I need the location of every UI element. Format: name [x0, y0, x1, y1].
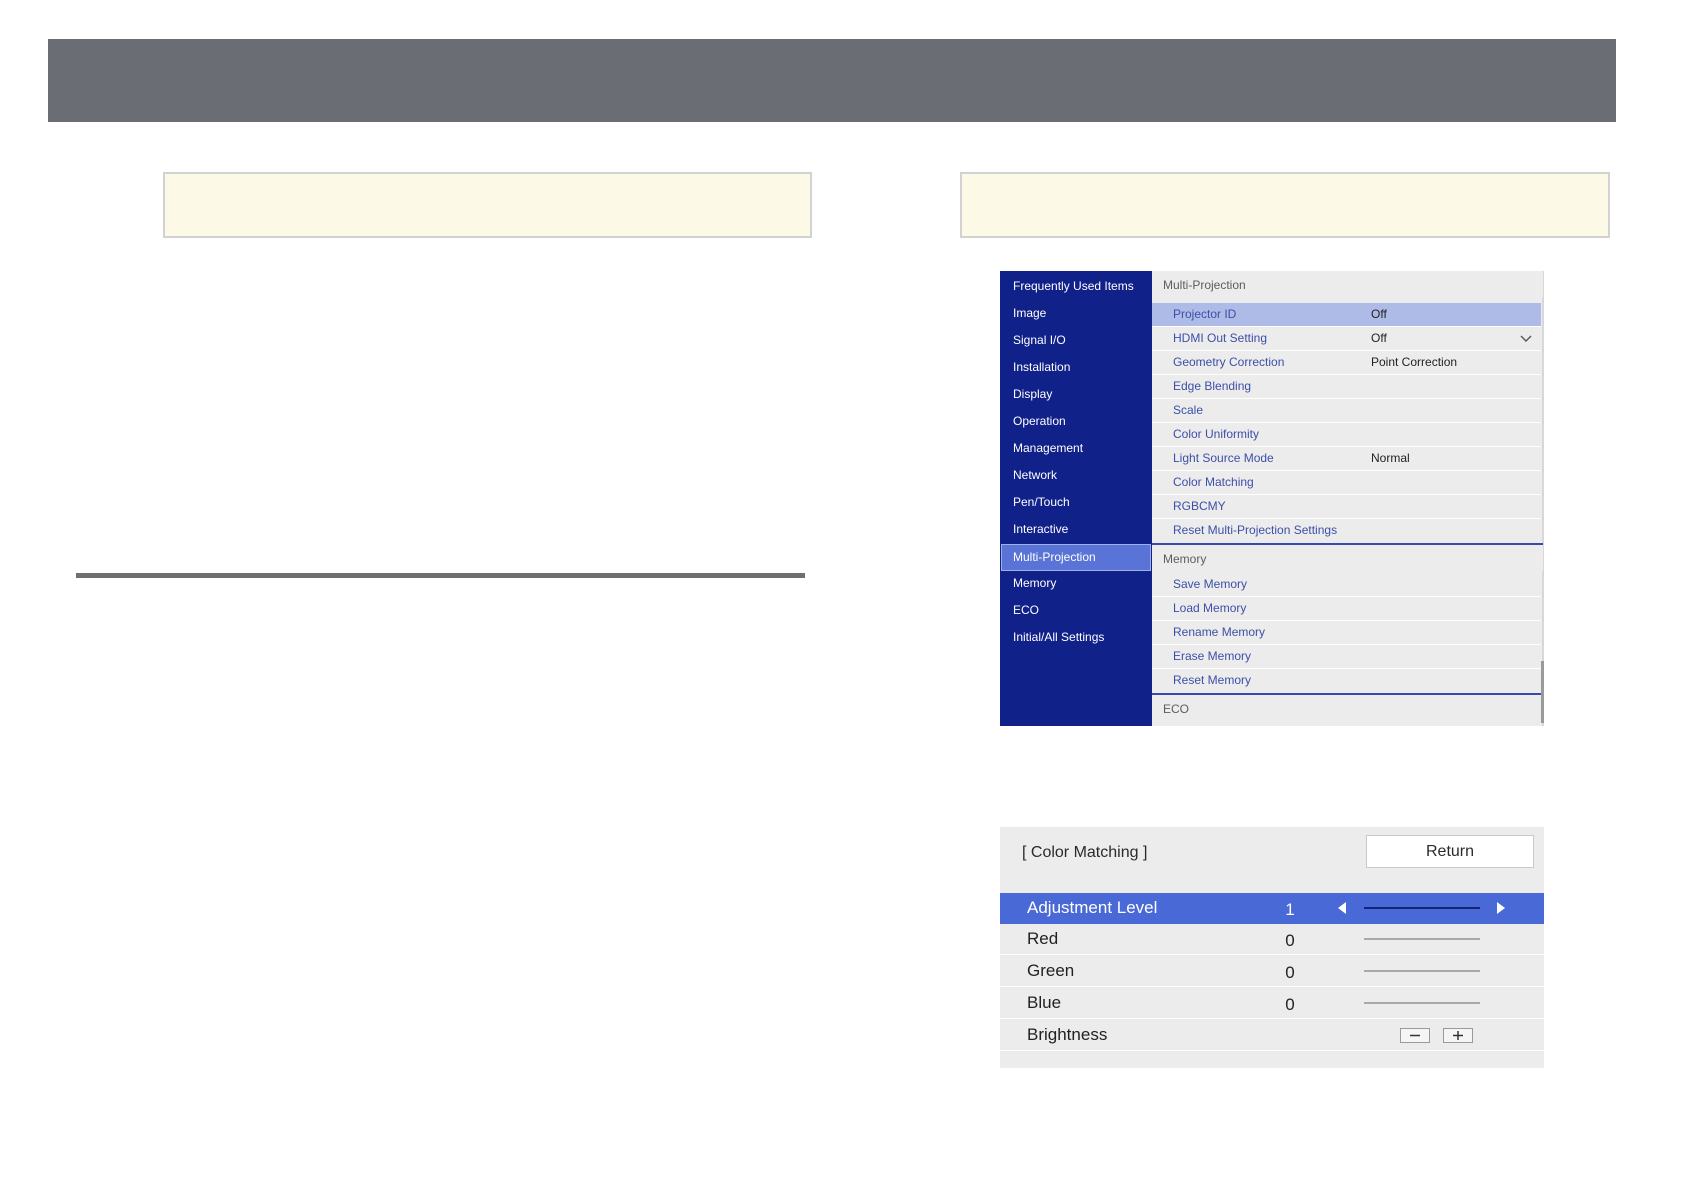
menu-item-eco[interactable]: ECO: [1000, 598, 1152, 623]
setting-label: Color Matching: [1173, 475, 1254, 489]
setting-row-hdmi-out[interactable]: HDMI Out Setting Off: [1152, 327, 1541, 351]
blue-slider[interactable]: [1364, 1002, 1480, 1004]
triangle-right-icon[interactable]: [1495, 900, 1507, 916]
setting-label: Rename Memory: [1173, 625, 1266, 639]
note-box-right: [960, 172, 1610, 238]
setting-label: Reset Multi-Projection Settings: [1173, 523, 1338, 537]
menu-item-management[interactable]: Management: [1000, 436, 1152, 461]
setting-row-color-matching[interactable]: Color Matching: [1152, 471, 1541, 495]
plus-icon[interactable]: [1443, 1028, 1473, 1043]
row-label: Blue: [1027, 993, 1062, 1012]
menu-scrollbar[interactable]: [1541, 661, 1544, 723]
color-matching-dialog: [ Color Matching ] Return Adjustment Lev…: [1000, 827, 1544, 1068]
brightness-row[interactable]: Brightness: [1000, 1020, 1544, 1051]
setting-label: Erase Memory: [1173, 649, 1252, 663]
setting-label: Load Memory: [1173, 601, 1247, 615]
minus-icon[interactable]: [1400, 1028, 1430, 1043]
setting-label: Reset Memory: [1173, 673, 1252, 687]
setting-row-load-memory[interactable]: Load Memory: [1152, 597, 1541, 621]
adjustment-level-row[interactable]: Adjustment Level 1: [1000, 893, 1544, 924]
setting-label: Edge Blending: [1173, 379, 1252, 393]
row-label: Brightness: [1027, 1025, 1108, 1044]
row-value: 1: [1285, 900, 1295, 919]
menu-item-frequently-used[interactable]: Frequently Used Items: [1000, 274, 1152, 299]
chevron-down-icon[interactable]: [1519, 327, 1533, 350]
setting-row-rgbcmy[interactable]: RGBCMY: [1152, 495, 1541, 519]
menu-sidebar: Frequently Used Items Image Signal I/O I…: [1000, 271, 1152, 726]
menu-item-installation[interactable]: Installation: [1000, 355, 1152, 380]
menu-right-edge: [1542, 271, 1544, 726]
setting-value: Normal: [1371, 451, 1410, 465]
setting-row-reset-memory[interactable]: Reset Memory: [1152, 669, 1541, 693]
dialog-title: [ Color Matching ]: [1022, 844, 1148, 861]
row-label: Adjustment Level: [1027, 898, 1158, 917]
setting-label: HDMI Out Setting: [1173, 331, 1268, 345]
setting-label: Color Uniformity: [1173, 427, 1260, 441]
setting-label: Projector ID: [1173, 307, 1237, 321]
setting-row-reset-multi-projection[interactable]: Reset Multi-Projection Settings: [1152, 519, 1541, 543]
menu-item-display[interactable]: Display: [1000, 382, 1152, 407]
menu-item-image[interactable]: Image: [1000, 301, 1152, 326]
setting-row-rename-memory[interactable]: Rename Memory: [1152, 621, 1541, 645]
row-value: 0: [1285, 963, 1295, 982]
page-header-bar: [48, 39, 1616, 122]
projector-menu: Frequently Used Items Image Signal I/O I…: [1000, 271, 1544, 726]
setting-row-erase-memory[interactable]: Erase Memory: [1152, 645, 1541, 669]
setting-value: Off: [1371, 307, 1387, 321]
menu-item-multi-projection[interactable]: Multi-Projection: [1001, 544, 1151, 571]
section-header-eco: ECO: [1152, 695, 1543, 721]
setting-label: RGBCMY: [1173, 499, 1226, 513]
adjustment-level-slider[interactable]: [1364, 907, 1480, 909]
setting-label: Scale: [1173, 403, 1204, 417]
setting-label: Light Source Mode: [1173, 451, 1274, 465]
setting-label: Geometry Correction: [1173, 355, 1285, 369]
setting-value: Off: [1371, 331, 1387, 345]
row-label: Green: [1027, 961, 1075, 980]
setting-row-scale[interactable]: Scale: [1152, 399, 1541, 423]
row-value: 0: [1285, 995, 1295, 1014]
menu-item-pen-touch[interactable]: Pen/Touch: [1000, 490, 1152, 515]
menu-item-signal-io[interactable]: Signal I/O: [1000, 328, 1152, 353]
menu-item-interactive[interactable]: Interactive: [1000, 517, 1152, 542]
return-button[interactable]: Return: [1366, 835, 1534, 868]
red-slider[interactable]: [1364, 938, 1480, 940]
menu-item-memory[interactable]: Memory: [1000, 571, 1152, 596]
setting-value: Point Correction: [1371, 355, 1458, 369]
triangle-left-icon[interactable]: [1336, 900, 1348, 916]
blue-row[interactable]: Blue 0: [1000, 988, 1544, 1019]
red-row[interactable]: Red 0: [1000, 924, 1544, 955]
section-header-memory: Memory: [1152, 545, 1543, 571]
setting-row-color-uniformity[interactable]: Color Uniformity: [1152, 423, 1541, 447]
menu-content: Multi-Projection Projector ID Off HDMI O…: [1152, 271, 1544, 726]
menu-item-operation[interactable]: Operation: [1000, 409, 1152, 434]
menu-item-initial-all-settings[interactable]: Initial/All Settings: [1000, 625, 1152, 650]
setting-label: Save Memory: [1173, 577, 1248, 591]
menu-item-network[interactable]: Network: [1000, 463, 1152, 488]
setting-row-light-source-mode[interactable]: Light Source Mode Normal: [1152, 447, 1541, 471]
row-label: Red: [1027, 929, 1059, 948]
setting-row-projector-id[interactable]: Projector ID Off: [1152, 303, 1541, 327]
section-divider: [76, 573, 805, 578]
row-value: 0: [1285, 931, 1295, 950]
setting-row-geometry-correction[interactable]: Geometry Correction Point Correction: [1152, 351, 1541, 375]
setting-row-save-memory[interactable]: Save Memory: [1152, 573, 1541, 597]
green-row[interactable]: Green 0: [1000, 956, 1544, 987]
section-header-multi-projection: Multi-Projection: [1152, 271, 1543, 297]
setting-row-edge-blending[interactable]: Edge Blending: [1152, 375, 1541, 399]
green-slider[interactable]: [1364, 970, 1480, 972]
note-box-left: [163, 172, 812, 238]
